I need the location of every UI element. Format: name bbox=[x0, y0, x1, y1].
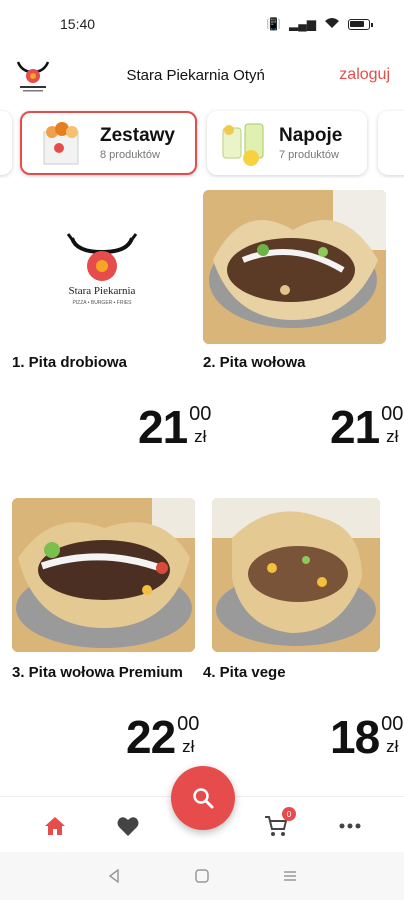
wifi-icon bbox=[324, 17, 340, 32]
cart-count-badge: 0 bbox=[282, 807, 296, 821]
category-thumb-napoje bbox=[217, 118, 271, 168]
product-image-pita-vege[interactable] bbox=[212, 498, 380, 652]
price-integer: 21 bbox=[138, 401, 188, 453]
product-price: 22 00 zł bbox=[126, 714, 199, 760]
nav-home[interactable] bbox=[41, 813, 69, 839]
logo-brand-text: Stara Piekarnia bbox=[69, 285, 136, 297]
heart-icon bbox=[117, 817, 139, 836]
product-price: 21 00 zł bbox=[138, 404, 211, 450]
search-button[interactable] bbox=[171, 766, 235, 830]
category-card-napoje[interactable]: Napoje 7 produktów bbox=[207, 111, 367, 175]
price-currency: zł bbox=[182, 737, 195, 756]
category-card-partial-right[interactable] bbox=[378, 111, 404, 175]
category-name: Zestawy bbox=[100, 125, 175, 146]
price-integer: 18 bbox=[330, 711, 380, 763]
app-header: Stara Piekarnia Otyń zaloguj bbox=[0, 52, 404, 98]
category-name: Napoje bbox=[279, 125, 343, 146]
status-bar: 15:40 📳 ▂▄▆ bbox=[0, 0, 404, 48]
restaurant-name: Stara Piekarnia Otyń bbox=[126, 66, 265, 84]
vibrate-icon: 📳 bbox=[266, 17, 282, 31]
more-dots-icon bbox=[339, 823, 361, 829]
product-image-pita-wolowa-premium[interactable] bbox=[12, 498, 195, 652]
nav-more[interactable] bbox=[336, 813, 364, 839]
product-name[interactable]: 4. Pita vege bbox=[203, 664, 286, 681]
category-count: 7 produktów bbox=[279, 149, 339, 161]
product-name[interactable]: 2. Pita wołowa bbox=[203, 354, 306, 371]
price-integer: 21 bbox=[330, 401, 380, 453]
nav-favorites[interactable] bbox=[114, 813, 142, 839]
category-scroller[interactable]: Zestawy 8 produktów Napoje 7 produktów bbox=[0, 108, 404, 178]
category-thumb-zestawy bbox=[32, 118, 92, 168]
price-currency: zł bbox=[386, 737, 399, 756]
price-currency: zł bbox=[194, 427, 207, 446]
status-time: 15:40 bbox=[60, 16, 96, 32]
status-icons: 📳 ▂▄▆ bbox=[266, 17, 373, 32]
home-square-icon[interactable] bbox=[192, 866, 212, 886]
battery-icon bbox=[348, 18, 373, 30]
price-integer: 22 bbox=[126, 711, 176, 763]
logo-tagline-text: PIZZA • BURGER • FRIES bbox=[72, 300, 132, 306]
category-count: 8 produktów bbox=[100, 149, 160, 161]
category-card-partial-left[interactable] bbox=[0, 111, 12, 175]
product-price: 21 00 zł bbox=[330, 404, 403, 450]
product-name[interactable]: 3. Pita wołowa Premium bbox=[12, 664, 183, 681]
login-link[interactable]: zaloguj bbox=[339, 66, 390, 84]
back-icon[interactable] bbox=[104, 866, 124, 886]
nav-cart[interactable]: 0 bbox=[262, 807, 296, 839]
price-currency: zł bbox=[386, 427, 399, 446]
product-name[interactable]: 1. Pita drobiowa bbox=[12, 354, 127, 371]
system-navigation-bar bbox=[0, 852, 404, 900]
price-decimal: 00 bbox=[177, 713, 200, 735]
search-icon bbox=[193, 788, 214, 809]
recents-icon[interactable] bbox=[280, 866, 300, 886]
product-price: 18 00 zł bbox=[330, 714, 403, 760]
home-icon bbox=[45, 817, 65, 835]
product-image-pita-drobiowa[interactable]: Stara Piekarnia PIZZA • BURGER • FRIES bbox=[12, 190, 194, 344]
product-image-pita-wolowa[interactable] bbox=[203, 190, 386, 344]
signal-icon: ▂▄▆ bbox=[289, 17, 316, 31]
price-decimal: 00 bbox=[189, 403, 212, 425]
price-decimal: 00 bbox=[381, 403, 404, 425]
restaurant-logo[interactable] bbox=[14, 56, 52, 94]
category-card-zestawy[interactable]: Zestawy 8 produktów bbox=[20, 111, 197, 175]
price-decimal: 00 bbox=[381, 713, 404, 735]
